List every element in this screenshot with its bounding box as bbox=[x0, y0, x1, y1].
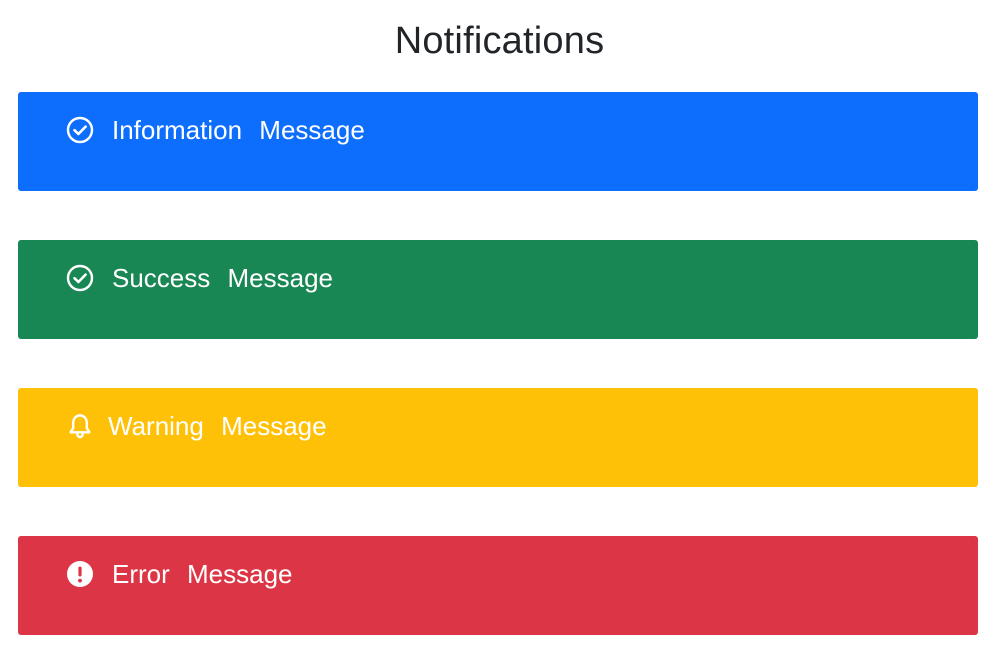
warning-notification: Warning Message bbox=[18, 388, 978, 487]
bell-icon bbox=[66, 412, 94, 440]
exclamation-circle-icon bbox=[66, 560, 94, 588]
check-circle-icon bbox=[66, 116, 94, 144]
info-notification: Information Message bbox=[18, 92, 978, 191]
success-message-text: Success Message bbox=[112, 263, 333, 293]
check-circle-icon bbox=[66, 264, 94, 292]
success-notification: Success Message bbox=[18, 240, 978, 339]
info-message-text: Information Message bbox=[112, 115, 365, 145]
error-notification: Error Message bbox=[18, 536, 978, 635]
error-message-text: Error Message bbox=[112, 559, 293, 589]
warning-message-text: Warning Message bbox=[108, 411, 327, 441]
page-title: Notifications bbox=[394, 20, 605, 63]
